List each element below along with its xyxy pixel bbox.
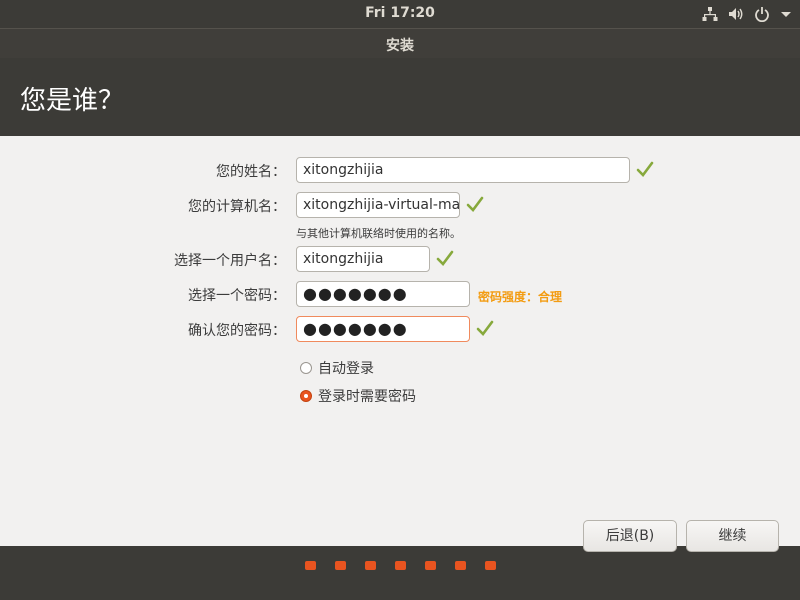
progress-dot	[365, 561, 376, 570]
install-progress-dots	[305, 561, 496, 570]
require-password-radio[interactable]	[300, 390, 312, 402]
name-check-icon	[636, 160, 654, 182]
network-icon[interactable]	[702, 6, 718, 22]
computer-name-check-icon	[466, 195, 484, 217]
username-input[interactable]: xitongzhijia	[296, 246, 430, 272]
progress-dot	[395, 561, 406, 570]
require-password-option[interactable]: 登录时需要密码	[300, 386, 416, 406]
page-title: 您是谁？	[20, 86, 125, 116]
auto-login-label: 自动登录	[318, 361, 374, 377]
auto-login-radio[interactable]	[300, 362, 312, 374]
progress-dot	[455, 561, 466, 570]
confirm-password-check-icon	[476, 319, 494, 341]
progress-dot	[485, 561, 496, 570]
top-panel: Fri 17:20	[0, 0, 800, 28]
name-input[interactable]: xitongzhijia	[296, 157, 630, 183]
username-label: 选择一个用户名：	[174, 253, 286, 269]
computer-name-input[interactable]: xitongzhijia-virtual-ma	[296, 192, 460, 218]
progress-dot	[335, 561, 346, 570]
chevron-down-icon[interactable]	[780, 6, 792, 22]
progress-dot	[305, 561, 316, 570]
password-input[interactable]: ●●●●●●●	[296, 281, 470, 307]
back-button[interactable]: 后退(B)	[583, 520, 677, 552]
installer-window: 安装 您是谁？ 您的姓名： xitongzhijia 您的计算机名： xiton…	[0, 28, 800, 600]
window-titlebar[interactable]: 安装	[0, 28, 800, 59]
system-tray	[702, 4, 792, 24]
name-label: 您的姓名：	[216, 164, 286, 180]
password-label: 选择一个密码：	[188, 288, 286, 304]
window-footer	[0, 546, 800, 600]
volume-icon[interactable]	[728, 6, 744, 22]
confirm-password-label: 确认您的密码：	[188, 323, 286, 339]
computer-name-hint: 与其他计算机联络时使用的名称。	[296, 227, 461, 240]
power-icon[interactable]	[754, 6, 770, 22]
auto-login-option[interactable]: 自动登录	[300, 358, 374, 378]
clock[interactable]: Fri 17:20	[0, 5, 800, 21]
computer-name-label: 您的计算机名：	[188, 199, 286, 215]
continue-button[interactable]: 继续	[686, 520, 779, 552]
confirm-password-input[interactable]: ●●●●●●●	[296, 316, 470, 342]
username-check-icon	[436, 249, 454, 271]
form-area: 您的姓名： xitongzhijia 您的计算机名： xitongzhijia-…	[0, 136, 800, 546]
page-header: 您是谁？	[0, 58, 800, 136]
password-strength-text: 密码强度：合理	[478, 290, 563, 304]
progress-dot	[425, 561, 436, 570]
require-password-label: 登录时需要密码	[318, 389, 416, 405]
window-title: 安装	[386, 38, 414, 54]
